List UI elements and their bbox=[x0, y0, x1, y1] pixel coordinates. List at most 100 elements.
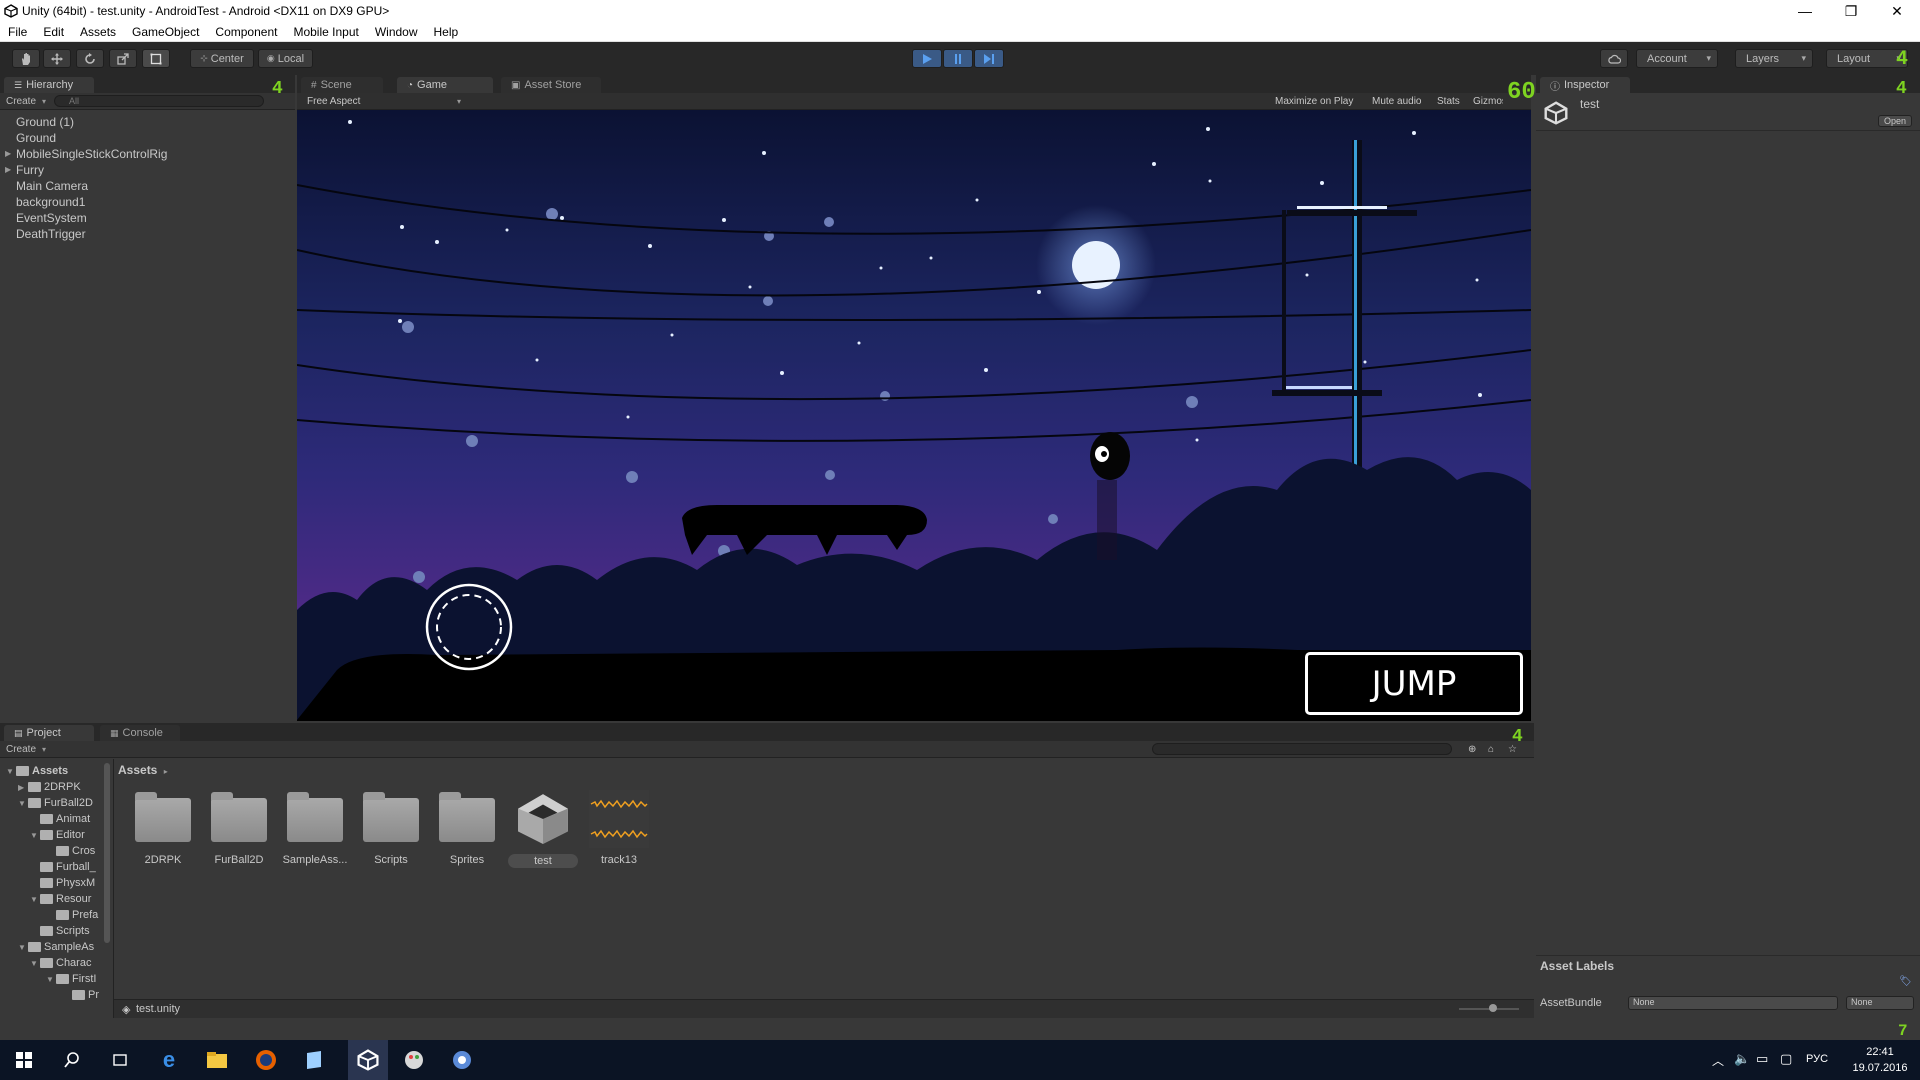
gizmos-dropdown[interactable]: Gizmos bbox=[1473, 96, 1503, 107]
project-search-input[interactable] bbox=[1152, 743, 1452, 755]
start-button[interactable] bbox=[10, 1046, 38, 1074]
hierarchy-item-eventsystem[interactable]: EventSystem bbox=[16, 211, 87, 225]
menu-help[interactable]: Help bbox=[426, 25, 467, 39]
assetbundle-variant-dropdown[interactable]: None bbox=[1846, 996, 1914, 1010]
filter-by-label-icon[interactable]: ⌂ bbox=[1488, 744, 1494, 755]
tree-item-firsti[interactable]: ▼ FirstI bbox=[46, 973, 96, 985]
menu-window[interactable]: Window bbox=[367, 25, 426, 39]
clock[interactable]: 22:41 19.07.2016 bbox=[1848, 1044, 1912, 1076]
rotate-tool-button[interactable] bbox=[76, 49, 104, 68]
pivot-space-toggle[interactable]: ◉ Local bbox=[258, 49, 313, 68]
menu-gameobject[interactable]: GameObject bbox=[124, 25, 207, 39]
hierarchy-item-background1[interactable]: background1 bbox=[16, 195, 85, 209]
hierarchy-item-ground[interactable]: Ground bbox=[16, 131, 56, 145]
menu-file[interactable]: File bbox=[0, 25, 35, 39]
pause-button[interactable] bbox=[943, 49, 973, 68]
menu-mobile-input[interactable]: Mobile Input bbox=[285, 25, 366, 39]
unity-taskbar-button[interactable] bbox=[348, 1040, 388, 1080]
tree-item-prefa[interactable]: Prefa bbox=[46, 909, 98, 921]
hierarchy-item-ground-1[interactable]: Ground (1) bbox=[16, 115, 74, 129]
tab-console[interactable]: ▦ Console bbox=[100, 725, 180, 741]
rect-tool-button[interactable] bbox=[142, 49, 170, 68]
tab-inspector[interactable]: ⓘ Inspector bbox=[1540, 77, 1630, 93]
search-button[interactable] bbox=[58, 1046, 86, 1074]
favorite-star-icon[interactable]: ☆ bbox=[1508, 744, 1517, 755]
play-button[interactable] bbox=[912, 49, 942, 68]
tree-item-pr[interactable]: Pr bbox=[62, 989, 99, 1001]
mute-audio-toggle[interactable]: Mute audio bbox=[1372, 96, 1421, 107]
scale-tool-button[interactable] bbox=[109, 49, 137, 68]
maximize-on-play-toggle[interactable]: Maximize on Play bbox=[1275, 96, 1353, 107]
project-create-button[interactable]: Create bbox=[0, 744, 42, 755]
free-aspect-dropdown[interactable]: Free Aspect bbox=[297, 96, 457, 107]
menu-assets[interactable]: Assets bbox=[72, 25, 124, 39]
asset-item-sampleassets[interactable]: SampleAss... bbox=[280, 790, 350, 866]
hierarchy-item-control-rig[interactable]: MobileSingleStickControlRig bbox=[16, 147, 167, 161]
tree-item-furball2d[interactable]: ▼ FurBall2D bbox=[18, 797, 93, 809]
expand-arrow-icon[interactable]: ▶ bbox=[5, 149, 11, 158]
tree-item-charac[interactable]: ▼ Charac bbox=[30, 957, 91, 969]
asset-item-sprites[interactable]: Sprites bbox=[432, 790, 502, 866]
asset-item-scripts[interactable]: Scripts bbox=[356, 790, 426, 866]
tree-item-assets[interactable]: ▼ Assets bbox=[6, 765, 68, 777]
asset-item-2drpk[interactable]: 2DRPK bbox=[128, 790, 198, 866]
hierarchy-item-main-camera[interactable]: Main Camera bbox=[16, 179, 88, 193]
tab-scene[interactable]: # Scene bbox=[301, 77, 383, 93]
tree-item-physxm[interactable]: PhysxM bbox=[30, 877, 95, 889]
tree-item-resour[interactable]: ▼ Resour bbox=[30, 893, 91, 905]
open-button[interactable]: Open bbox=[1877, 115, 1912, 127]
icon-size-slider-handle[interactable] bbox=[1489, 1004, 1497, 1012]
menu-component[interactable]: Component bbox=[207, 25, 285, 39]
tree-scrollbar[interactable] bbox=[104, 763, 110, 943]
jump-button[interactable]: JUMP bbox=[1305, 652, 1523, 715]
step-button[interactable] bbox=[974, 49, 1004, 68]
collab-cloud-button[interactable] bbox=[1600, 49, 1628, 68]
minimize-button[interactable]: — bbox=[1782, 0, 1828, 22]
breadcrumb-assets[interactable]: Assets bbox=[118, 763, 157, 777]
file-explorer-button[interactable] bbox=[203, 1046, 231, 1074]
tree-item-sampleas[interactable]: ▼ SampleAs bbox=[18, 941, 94, 953]
tab-project[interactable]: ▤ Project bbox=[4, 725, 94, 741]
tray-chevron-icon[interactable]: ︿ bbox=[1712, 1052, 1724, 1069]
game-viewport[interactable]: JUMP bbox=[297, 110, 1531, 720]
tree-item-editor[interactable]: ▼ Editor bbox=[30, 829, 85, 841]
edge-browser-button[interactable]: e bbox=[155, 1046, 183, 1074]
pivot-center-toggle[interactable]: ⊹ Center bbox=[190, 49, 254, 68]
task-view-button[interactable] bbox=[106, 1046, 134, 1074]
hierarchy-item-deathtrigger[interactable]: DeathTrigger bbox=[16, 227, 86, 241]
firefox-button[interactable] bbox=[252, 1046, 280, 1074]
stats-toggle[interactable]: Stats bbox=[1437, 96, 1460, 107]
remote-app-button[interactable] bbox=[448, 1046, 476, 1074]
action-center-icon[interactable]: ▢ bbox=[1780, 1051, 1792, 1067]
asset-item-furball2d[interactable]: FurBall2D bbox=[204, 790, 274, 866]
label-tag-icon[interactable]: 🏷 bbox=[1899, 976, 1912, 987]
hierarchy-search-input[interactable]: All bbox=[54, 95, 265, 107]
tab-game[interactable]: ◔ Game bbox=[397, 77, 493, 93]
hierarchy-item-furry[interactable]: Furry bbox=[16, 163, 44, 177]
tree-item-2drpk[interactable]: ▶ 2DRPK bbox=[18, 781, 81, 793]
tab-hierarchy[interactable]: ☰ Hierarchy bbox=[4, 77, 94, 93]
layers-dropdown[interactable]: Layers bbox=[1735, 49, 1813, 68]
tree-item-scripts[interactable]: Scripts bbox=[30, 925, 90, 937]
filter-by-type-icon[interactable]: ⊕ bbox=[1468, 744, 1476, 755]
tree-item-animat[interactable]: Animat bbox=[30, 813, 90, 825]
assetbundle-dropdown[interactable]: None bbox=[1628, 996, 1838, 1010]
network-icon[interactable]: ▭ bbox=[1756, 1051, 1768, 1067]
paint-app-button[interactable] bbox=[400, 1046, 428, 1074]
volume-icon[interactable]: 🔈 bbox=[1734, 1051, 1750, 1067]
hierarchy-create-button[interactable]: Create bbox=[0, 96, 42, 107]
tree-item-furball[interactable]: Furball_ bbox=[30, 861, 96, 873]
menu-edit[interactable]: Edit bbox=[35, 25, 72, 39]
app-button[interactable] bbox=[300, 1046, 328, 1074]
account-dropdown[interactable]: Account bbox=[1636, 49, 1718, 68]
maximize-button[interactable]: ❐ bbox=[1828, 0, 1874, 22]
hand-tool-button[interactable] bbox=[12, 49, 40, 68]
expand-arrow-icon[interactable]: ▶ bbox=[5, 165, 11, 174]
tree-item-cros[interactable]: Cros bbox=[46, 845, 95, 857]
close-button[interactable]: ✕ bbox=[1874, 0, 1920, 22]
asset-item-track13[interactable]: track13 bbox=[584, 790, 654, 866]
tab-asset-store[interactable]: ▣ Asset Store bbox=[501, 77, 601, 93]
move-tool-button[interactable] bbox=[43, 49, 71, 68]
input-language[interactable]: РУС bbox=[1806, 1053, 1828, 1065]
asset-item-test-scene[interactable]: test bbox=[508, 790, 578, 868]
